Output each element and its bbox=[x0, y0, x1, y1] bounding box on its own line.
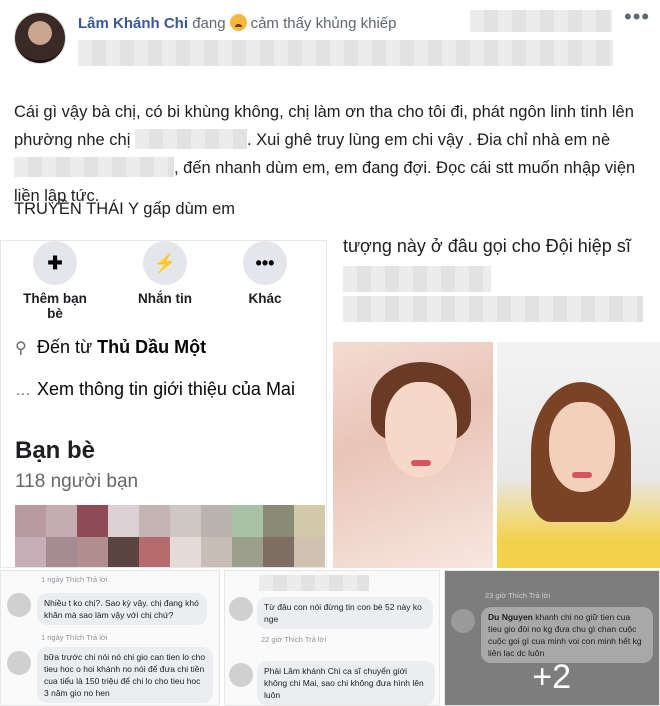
more-icon: ••• bbox=[243, 241, 287, 285]
about-text: Xem thông tin giới thiệu của Mai bbox=[37, 379, 295, 399]
comment-bubble: Từ đâu con nói đừng tin con bè 52 này ko… bbox=[257, 597, 433, 629]
commenter-avatar bbox=[7, 593, 31, 617]
blurred-side-text-1 bbox=[343, 266, 491, 292]
profile-screenshot[interactable]: ✚ Thêm bạn bè ⚡ Nhắn tin ••• Khác ⚲ Đến t… bbox=[0, 240, 327, 568]
location-pin-icon: ⚲ bbox=[15, 340, 27, 357]
author-name[interactable]: Lâm Khánh Chi bbox=[78, 15, 188, 32]
blurred-name bbox=[134, 129, 247, 149]
post-text-line-2: TRUYỀN THÁI Y gấp dùm em bbox=[14, 200, 236, 218]
friends-count: 118 người bạn bbox=[15, 471, 139, 492]
post-body: Cái gì vậy bà chị, có bi khùng không, ch… bbox=[14, 98, 644, 210]
friends-thumbnails[interactable] bbox=[15, 505, 325, 567]
comment-bubble: Phải Lâm khánh Chi ca sĩ chuyển giới khô… bbox=[257, 661, 435, 705]
comment-screenshot-2[interactable]: Từ đâu con nói đừng tin con bè 52 này ko… bbox=[224, 570, 440, 706]
side-text: tượng này ở đâu gọi cho Đội hiệp sĩ bbox=[343, 236, 631, 256]
comment-author[interactable]: Du Nguyen bbox=[488, 612, 533, 622]
feeling-text[interactable]: cảm thấy khủng khiếp bbox=[251, 15, 397, 32]
comment-meta: 1 ngày Thích Trả lời bbox=[41, 633, 108, 642]
feeling-prefix: đang bbox=[192, 15, 226, 32]
commenter-avatar bbox=[451, 609, 475, 633]
blurred-header-text bbox=[470, 10, 612, 32]
post-header: Lâm Khánh Chi đang cảm thấy khủng khiếp bbox=[78, 14, 396, 32]
feeling-emoji-icon bbox=[229, 14, 247, 31]
blurred-commenter bbox=[259, 575, 369, 591]
text-screenshot[interactable]: tượng này ở đâu gọi cho Đội hiệp sĩ bbox=[333, 234, 660, 336]
more-photos-count[interactable]: +2 bbox=[532, 658, 571, 697]
blurred-header-text-2 bbox=[78, 40, 613, 66]
comment-meta: 22 giờ Thích Trả lời bbox=[261, 635, 327, 644]
about-row[interactable]: … Xem thông tin giới thiệu của Mai bbox=[15, 379, 295, 400]
messenger-icon: ⚡ bbox=[143, 241, 187, 285]
blurred-side-text-2 bbox=[343, 296, 643, 322]
more-options-icon[interactable]: ••• bbox=[624, 6, 652, 32]
post-text-part-2: . Xui ghê truy lùng em chi vậy . Đia chỉ… bbox=[246, 131, 611, 149]
more-label: Khác bbox=[248, 291, 282, 306]
more-action[interactable]: ••• Khác bbox=[225, 241, 305, 306]
commenter-avatar bbox=[7, 651, 31, 675]
comment-screenshot-3[interactable]: 23 giờ Thích Trả lời Du Nguyen khanh chi… bbox=[444, 570, 660, 706]
commenter-avatar bbox=[229, 663, 253, 687]
blurred-address bbox=[14, 157, 174, 177]
ellipsis-icon: … bbox=[15, 382, 31, 399]
portrait-photo-2[interactable] bbox=[497, 342, 660, 568]
message-action[interactable]: ⚡ Nhắn tin bbox=[125, 241, 205, 306]
comment-bubble: bữa trước chi nói nó chi gio can tien lo… bbox=[37, 647, 213, 703]
message-label: Nhắn tin bbox=[138, 291, 192, 306]
comment-screenshot-1[interactable]: 1 ngày Thích Trả lời Nhiều t ko chị?. Sa… bbox=[0, 570, 220, 706]
comment-bubble: Nhiều t ko chị?. Sao kỳ vậy. chị đang kh… bbox=[37, 593, 207, 625]
post-image-grid[interactable]: ✚ Thêm bạn bè ⚡ Nhắn tin ••• Khác ⚲ Đến t… bbox=[0, 234, 660, 706]
author-avatar[interactable] bbox=[14, 12, 66, 64]
add-friend-icon: ✚ bbox=[33, 241, 77, 285]
commenter-avatar bbox=[229, 597, 253, 621]
from-row: ⚲ Đến từ Thủ Dầu Một bbox=[15, 337, 206, 358]
portrait-photo-1[interactable] bbox=[333, 342, 493, 568]
friends-title: Bạn bè bbox=[15, 437, 96, 464]
comment-meta: 23 giờ Thích Trả lời bbox=[485, 591, 551, 600]
photo-pair[interactable] bbox=[333, 342, 660, 568]
add-friend-action[interactable]: ✚ Thêm bạn bè bbox=[15, 241, 95, 321]
from-place[interactable]: Thủ Dầu Một bbox=[97, 337, 206, 357]
comment-bubble: Du Nguyen khanh chi no giữ tien cua tieu… bbox=[481, 607, 653, 663]
comment-meta: 1 ngày Thích Trả lời bbox=[41, 575, 108, 584]
from-prefix: Đến từ bbox=[37, 337, 93, 357]
add-friend-label: Thêm bạn bè bbox=[23, 291, 87, 321]
